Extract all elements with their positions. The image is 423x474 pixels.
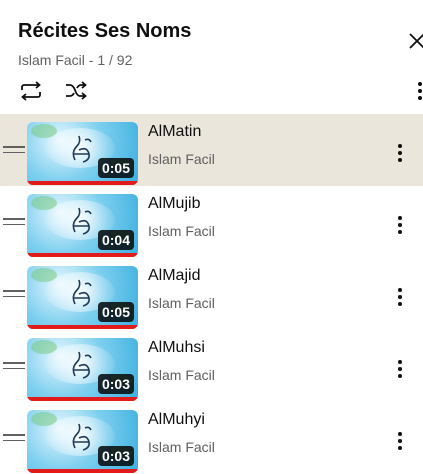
video-menu-button[interactable] bbox=[390, 214, 410, 236]
calligraphy-graphic bbox=[72, 135, 92, 163]
playlist-header: Récites Ses Noms Islam Facil - 1 / 92 bbox=[0, 0, 423, 112]
video-title[interactable]: AlMatin bbox=[148, 123, 201, 141]
more-vert-icon bbox=[398, 216, 402, 234]
shuffle-icon bbox=[66, 81, 87, 100]
video-channel[interactable]: Islam Facil bbox=[148, 223, 215, 239]
watch-progress-bar bbox=[27, 325, 138, 329]
calligraphy-graphic bbox=[72, 351, 92, 379]
video-menu-button[interactable] bbox=[390, 358, 410, 380]
watch-progress-bar bbox=[27, 469, 138, 473]
drag-handle-icon[interactable] bbox=[3, 290, 25, 300]
video-menu-button[interactable] bbox=[390, 286, 410, 308]
drag-handle-icon[interactable] bbox=[3, 146, 25, 156]
video-channel[interactable]: Islam Facil bbox=[148, 295, 215, 311]
video-channel[interactable]: Islam Facil bbox=[148, 439, 215, 455]
video-thumbnail[interactable]: 0:05 bbox=[27, 266, 138, 329]
more-vert-icon bbox=[398, 144, 402, 162]
video-thumbnail[interactable]: 0:05 bbox=[27, 122, 138, 185]
more-vert-icon bbox=[418, 82, 422, 100]
calligraphy-graphic bbox=[72, 207, 92, 235]
calligraphy-graphic bbox=[72, 279, 92, 307]
video-channel[interactable]: Islam Facil bbox=[148, 367, 215, 383]
video-channel[interactable]: Islam Facil bbox=[148, 151, 215, 167]
video-title[interactable]: AlMajid bbox=[148, 267, 200, 285]
playlist-title[interactable]: Récites Ses Noms bbox=[18, 20, 191, 43]
video-thumbnail[interactable]: 0:03 bbox=[27, 338, 138, 401]
video-thumbnail[interactable]: 0:04 bbox=[27, 194, 138, 257]
video-menu-button[interactable] bbox=[390, 430, 410, 452]
playlist-menu-button[interactable] bbox=[410, 78, 423, 104]
more-vert-icon bbox=[398, 432, 402, 450]
calligraphy-graphic bbox=[72, 423, 92, 451]
watch-progress-bar bbox=[27, 181, 138, 185]
drag-handle-icon[interactable] bbox=[3, 434, 25, 444]
shuffle-button[interactable] bbox=[62, 78, 90, 104]
duration-badge: 0:05 bbox=[97, 302, 134, 322]
close-icon bbox=[409, 33, 423, 49]
video-menu-button[interactable] bbox=[390, 142, 410, 164]
playlist-item[interactable]: 0:04 AlMujib Islam Facil bbox=[0, 186, 423, 258]
duration-badge: 0:03 bbox=[97, 446, 134, 466]
more-vert-icon bbox=[398, 360, 402, 378]
playlist-item[interactable]: 0:03 AlMuhsi Islam Facil bbox=[0, 330, 423, 402]
watch-progress-bar bbox=[27, 397, 138, 401]
duration-badge: 0:04 bbox=[97, 230, 134, 250]
loop-button[interactable] bbox=[17, 78, 45, 104]
playlist-item[interactable]: 0:05 AlMajid Islam Facil bbox=[0, 258, 423, 330]
playlist-subtitle: Islam Facil - 1 / 92 bbox=[18, 52, 133, 68]
video-title[interactable]: AlMujib bbox=[148, 195, 200, 213]
drag-handle-icon[interactable] bbox=[3, 362, 25, 372]
playlist-item[interactable]: 0:03 AlMuhyi Islam Facil bbox=[0, 402, 423, 474]
more-vert-icon bbox=[398, 288, 402, 306]
video-thumbnail[interactable]: 0:03 bbox=[27, 410, 138, 473]
close-button[interactable] bbox=[404, 28, 423, 54]
drag-handle-icon[interactable] bbox=[3, 218, 25, 228]
playlist-item[interactable]: 0:05 AlMatin Islam Facil bbox=[0, 114, 423, 186]
video-title[interactable]: AlMuhyi bbox=[148, 411, 205, 429]
duration-badge: 0:05 bbox=[97, 158, 134, 178]
loop-icon bbox=[21, 81, 41, 101]
watch-progress-bar bbox=[27, 253, 138, 257]
video-title[interactable]: AlMuhsi bbox=[148, 339, 205, 357]
duration-badge: 0:03 bbox=[97, 374, 134, 394]
